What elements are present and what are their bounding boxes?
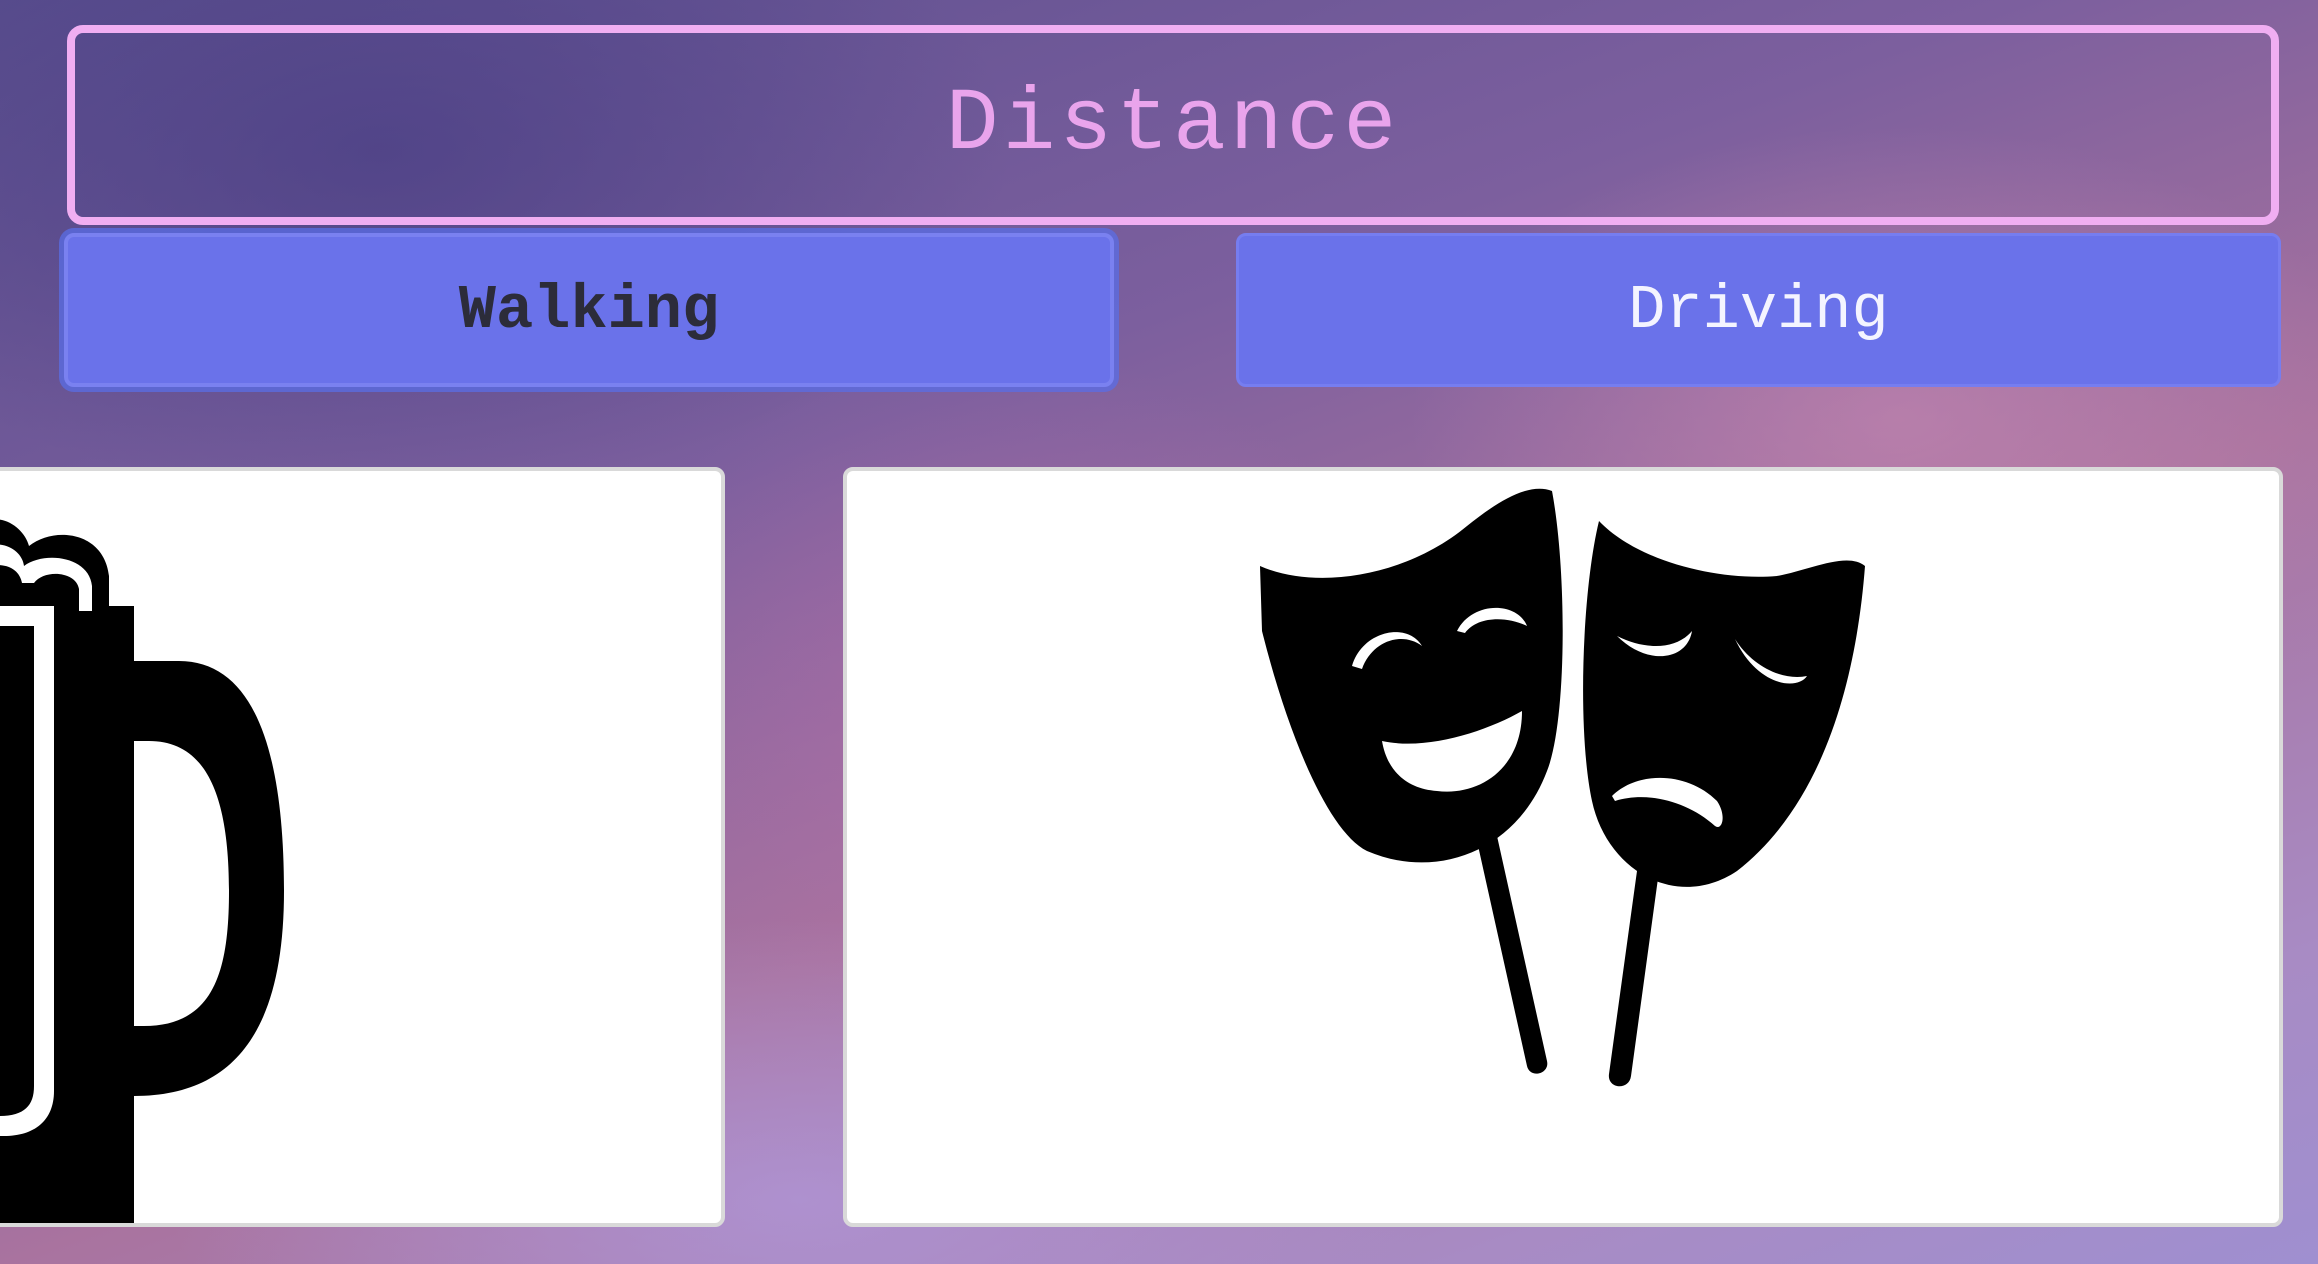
distance-header: Distance bbox=[67, 25, 2279, 225]
venue-card-bar[interactable] bbox=[0, 467, 725, 1227]
theater-masks-icon bbox=[1260, 488, 1865, 1087]
venue-card-theater[interactable] bbox=[843, 467, 2283, 1227]
tab-walking[interactable]: Walking bbox=[64, 233, 1114, 387]
page-title: Distance bbox=[945, 75, 1401, 175]
tab-walking-label: Walking bbox=[458, 274, 720, 346]
tab-driving[interactable]: Driving bbox=[1236, 233, 2281, 387]
beer-mug-icon bbox=[0, 519, 284, 1223]
tab-driving-label: Driving bbox=[1628, 274, 1889, 346]
